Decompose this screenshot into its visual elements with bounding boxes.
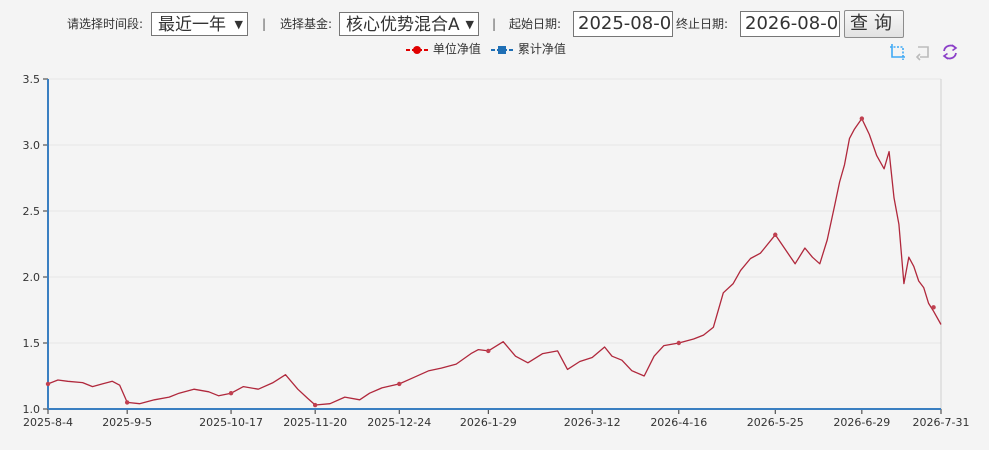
x-tick-label: 2025-9-5 bbox=[102, 416, 152, 429]
data-point bbox=[124, 400, 130, 405]
data-point bbox=[676, 340, 681, 346]
y-tick-label: 2.0 bbox=[23, 271, 41, 284]
x-tick-label: 2026-6-29 bbox=[833, 416, 890, 429]
data-point bbox=[773, 232, 778, 237]
data-point bbox=[931, 305, 936, 310]
x-tick-label: 2025-12-24 bbox=[367, 416, 431, 429]
plot-area bbox=[48, 79, 941, 409]
data-point bbox=[45, 381, 51, 387]
data-point bbox=[228, 390, 234, 396]
x-tick-label: 2026-3-12 bbox=[564, 416, 621, 429]
x-tick-label: 2025-8-4 bbox=[23, 416, 73, 429]
data-point bbox=[312, 402, 318, 408]
nav-line-chart: 1.0 1.5 2.0 2.5 3.0 3.5 2025-8-4 2025-9-5 2025-1… bbox=[23, 73, 970, 429]
data-point bbox=[397, 381, 402, 387]
data-point bbox=[859, 116, 865, 121]
x-tick-label: 2026-4-16 bbox=[650, 416, 707, 429]
x-tick-label: 2026-5-25 bbox=[747, 416, 804, 429]
x-tick-label: 2026-7-31 bbox=[913, 416, 970, 429]
y-tick-label: 3.5 bbox=[23, 73, 41, 86]
x-tick-label: 2025-11-20 bbox=[283, 416, 347, 429]
x-tick-label: 2025-10-17 bbox=[199, 416, 263, 429]
y-tick-label: 3.0 bbox=[23, 139, 41, 152]
data-point bbox=[486, 348, 491, 354]
y-tick-label: 1.5 bbox=[23, 337, 41, 350]
y-tick-label: 2.5 bbox=[23, 205, 41, 218]
y-tick-label: 1.0 bbox=[23, 403, 41, 416]
x-tick-label: 2026-1-29 bbox=[460, 416, 517, 429]
